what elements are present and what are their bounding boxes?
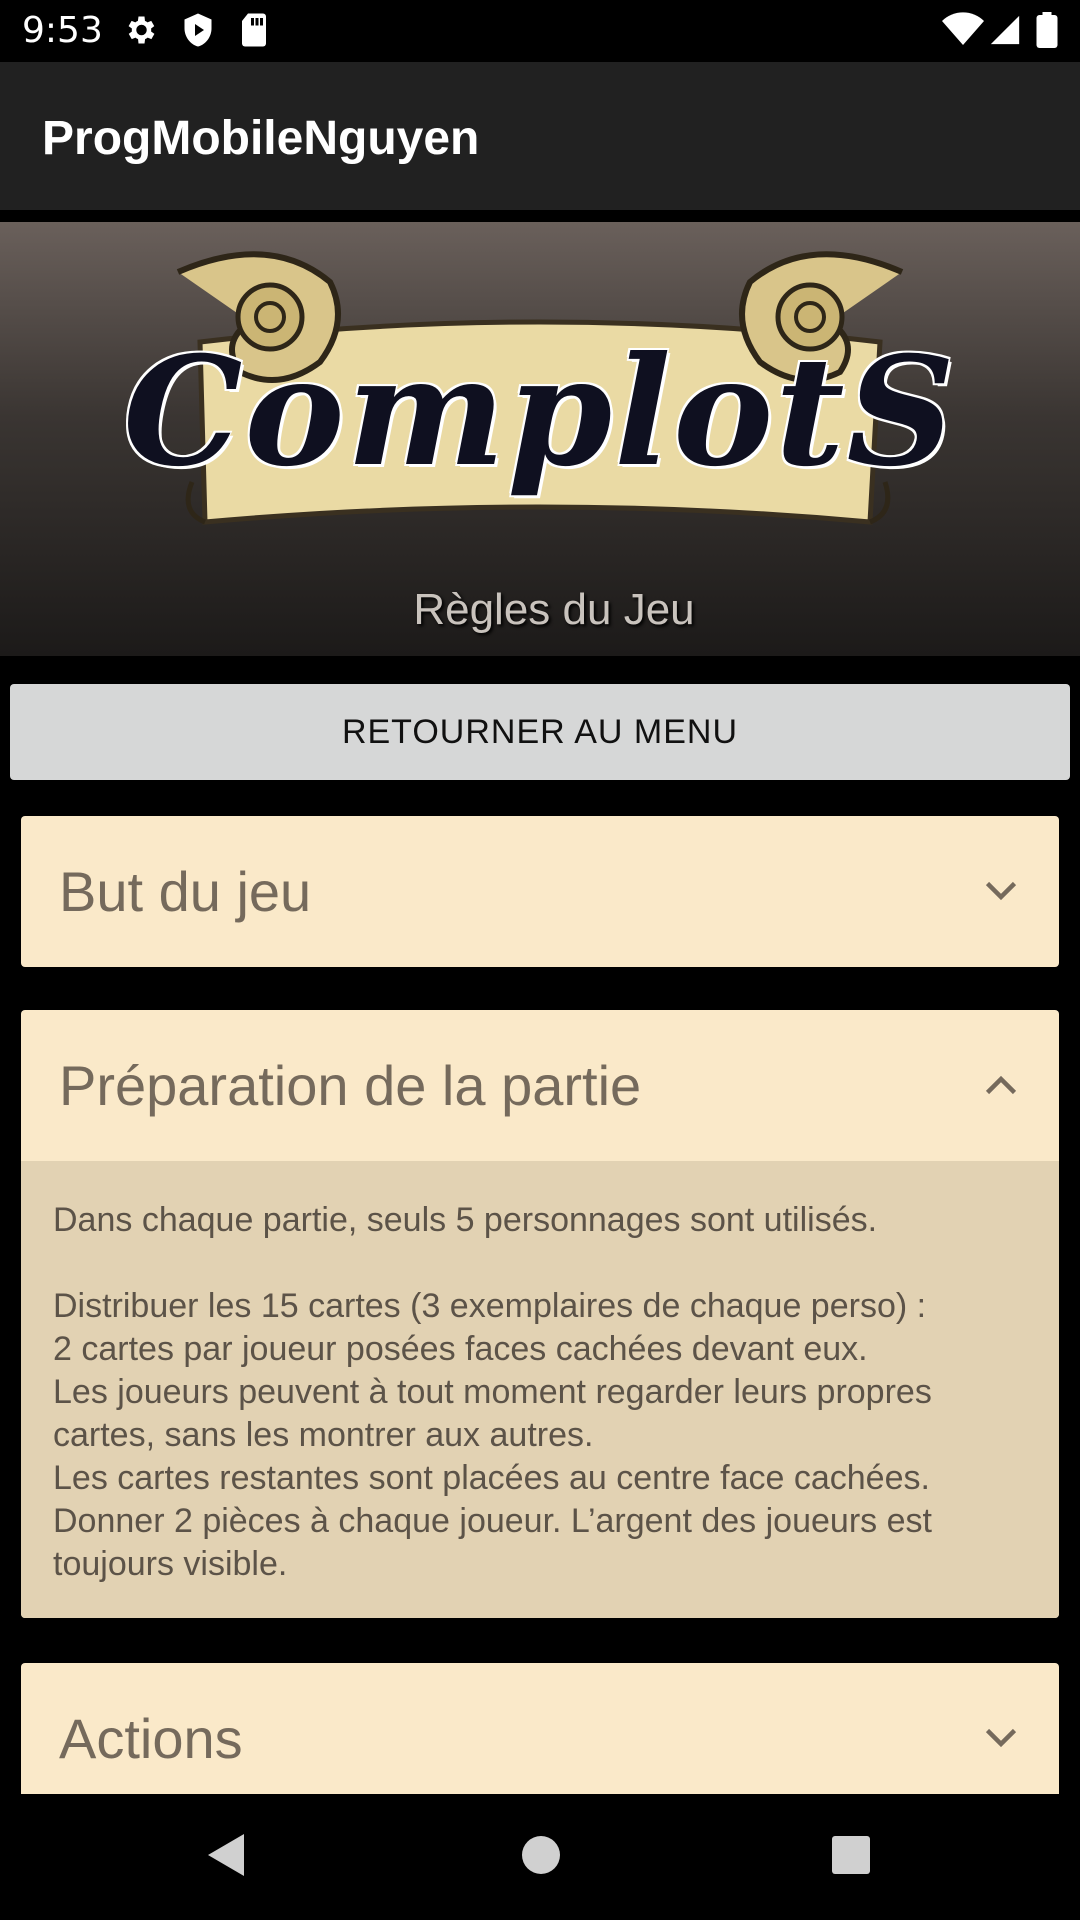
section-title: But du jeu <box>59 860 312 923</box>
section-content: Dans chaque partie, seuls 5 personnages … <box>21 1161 1059 1618</box>
chevron-down-icon <box>985 881 1017 901</box>
status-bar: 9:53 <box>0 0 1080 62</box>
app-bar: ProgMobileNguyen <box>0 62 1080 210</box>
back-icon[interactable] <box>202 1830 248 1880</box>
wifi-icon <box>942 12 984 45</box>
section-header[interactable]: But du jeu <box>21 816 1059 967</box>
recents-icon[interactable] <box>830 1830 872 1880</box>
settings-icon <box>128 16 155 44</box>
section-actions[interactable]: Actions <box>21 1663 1059 1794</box>
chevron-down-icon <box>985 1728 1017 1748</box>
section-but-du-jeu[interactable]: But du jeu <box>21 816 1059 967</box>
rules-banner-image: ComplotS Règles du Jeu <box>0 222 1080 656</box>
return-to-menu-button[interactable]: RETOURNER AU MENU <box>10 684 1070 780</box>
section-header[interactable]: Préparation de la partie <box>21 1010 1059 1161</box>
banner-subtitle: Règles du Jeu <box>413 585 695 634</box>
sd-card-icon <box>242 13 266 47</box>
play-protect-icon <box>184 13 212 47</box>
status-time: 9:53 <box>22 10 103 51</box>
home-icon[interactable] <box>520 1830 562 1880</box>
app-title: ProgMobileNguyen <box>42 112 480 165</box>
section-preparation-partie[interactable]: Préparation de la partie Dans chaque par… <box>21 1010 1059 1618</box>
chevron-up-icon <box>985 1075 1017 1095</box>
complots-logo: ComplotS <box>123 324 957 500</box>
section-title: Préparation de la partie <box>59 1054 642 1117</box>
battery-icon <box>1036 12 1058 48</box>
section-title: Actions <box>59 1707 243 1770</box>
system-nav-bar <box>0 1794 1080 1920</box>
section-header[interactable]: Actions <box>21 1663 1059 1794</box>
cell-signal-icon <box>990 15 1020 45</box>
